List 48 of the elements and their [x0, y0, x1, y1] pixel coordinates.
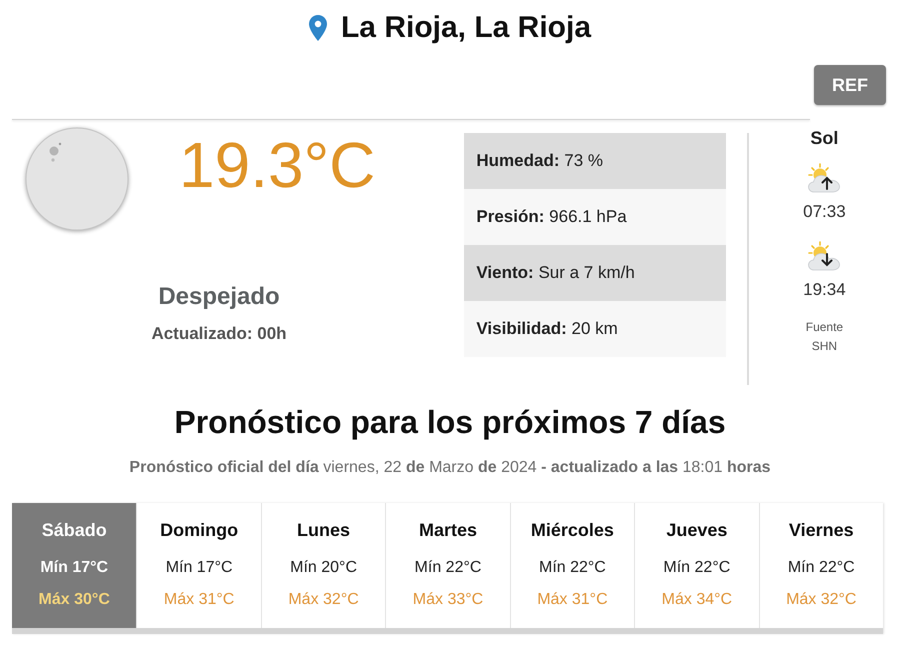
- day-tab[interactable]: Lunes Mín 20°C Máx 32°C: [260, 503, 386, 628]
- day-tab[interactable]: Miércoles Mín 22°C Máx 31°C: [510, 503, 634, 628]
- max-temperature: Máx 30°C: [38, 590, 110, 610]
- detail-text: Visibilidad: 20 km: [476, 318, 618, 340]
- min-temperature: Mín 22°C: [538, 558, 606, 578]
- day-name: Viernes: [788, 519, 854, 541]
- day-name: Domingo: [160, 519, 238, 541]
- day-name: Lunes: [297, 519, 350, 541]
- day-name: Sábado: [42, 519, 107, 541]
- updated-label: Actualizado: 00h: [151, 324, 287, 344]
- max-temperature: Máx 34°C: [662, 590, 732, 610]
- refresh-button[interactable]: REF: [814, 65, 886, 105]
- max-temperature: Máx 31°C: [164, 590, 234, 610]
- min-temperature: Mín 20°C: [290, 558, 357, 578]
- location-title: La Rioja, La Rioja: [340, 13, 592, 43]
- max-temperature: Máx 33°C: [412, 590, 484, 610]
- min-temperature: Mín 17°C: [40, 558, 108, 578]
- source-name: SHN: [812, 338, 838, 354]
- day-name: Jueves: [666, 519, 728, 541]
- moon-icon: [25, 127, 129, 231]
- sun-title: Sol: [810, 128, 838, 148]
- forecast-title: Pronóstico para los próximos 7 días: [174, 404, 726, 440]
- detail-text: Viento: Sur a 7 km/h: [476, 262, 635, 284]
- map-pin-icon: [308, 15, 327, 41]
- max-temperature: Máx 32°C: [786, 590, 856, 610]
- source-label: Fuente: [806, 319, 844, 335]
- sun-time: 19:34: [803, 280, 846, 300]
- day-tab[interactable]: Viernes Mín 22°C Máx 32°C: [758, 503, 883, 628]
- min-temperature: Mín 22°C: [414, 558, 482, 578]
- detail-text: Presión: 966.1 hPa: [476, 206, 627, 228]
- day-name: Miércoles: [530, 519, 614, 541]
- day-tab[interactable]: Martes Mín 22°C Máx 33°C: [385, 503, 510, 628]
- sun-time: 07:33: [803, 202, 846, 222]
- max-temperature: Máx 31°C: [537, 590, 608, 610]
- condition-label: Despejado: [158, 283, 280, 311]
- min-temperature: Mín 17°C: [166, 558, 233, 578]
- temperature-reading: 19.3°C: [179, 133, 376, 203]
- forecast-subtitle: Pronóstico oficial del día viernes, 22 de Marzo de 2024 - actualizado a las 18:01 horas: [129, 458, 771, 478]
- sunrise-icon: [808, 163, 840, 193]
- max-temperature: Máx 32°C: [288, 590, 359, 610]
- day-tab[interactable]: Sábado Mín 17°C Máx 30°C: [12, 503, 136, 628]
- day-tab[interactable]: Jueves Mín 22°C Máx 34°C: [634, 503, 759, 628]
- min-temperature: Mín 22°C: [788, 558, 855, 578]
- sunset-icon: [808, 241, 840, 271]
- day-name: Martes: [418, 519, 477, 541]
- min-temperature: Mín 22°C: [663, 558, 730, 578]
- day-tab[interactable]: Domingo Mín 17°C Máx 31°C: [136, 503, 261, 628]
- detail-text: Humedad: 73 %: [476, 150, 603, 172]
